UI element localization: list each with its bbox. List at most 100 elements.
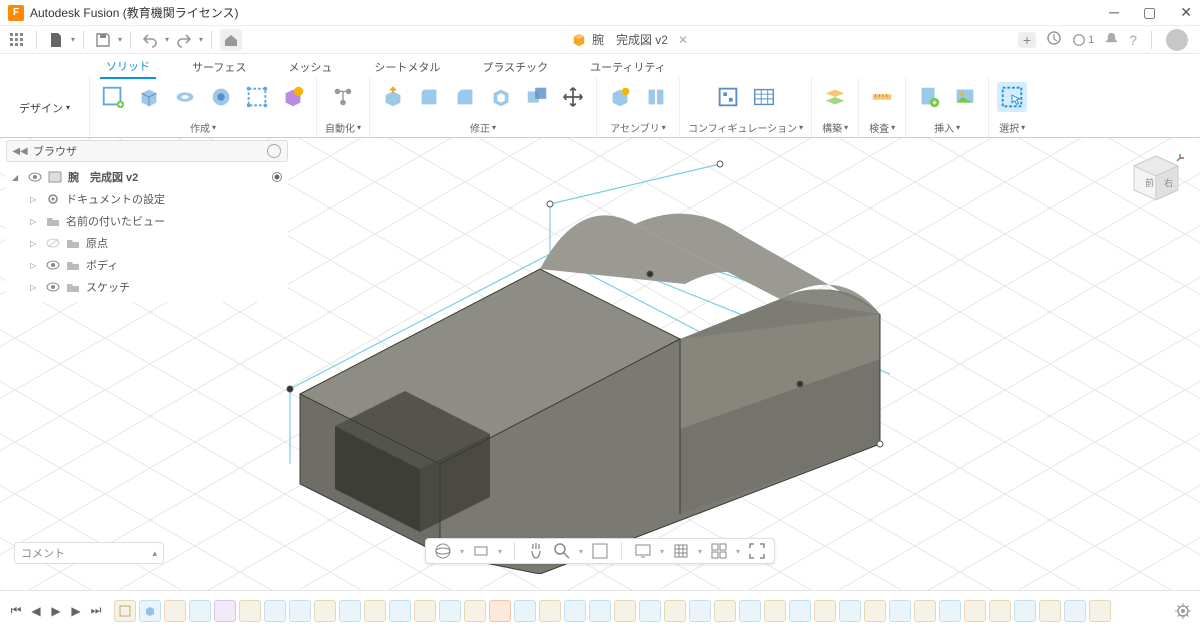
combine-icon[interactable] [522,82,552,112]
pan-icon[interactable] [527,542,545,560]
timeline-feature[interactable] [289,600,311,622]
tree-item[interactable]: ▷原点 [8,232,286,254]
joint-icon[interactable] [641,82,671,112]
viewport-icon[interactable] [710,542,728,560]
timeline-feature[interactable] [739,600,761,622]
lookAt-icon[interactable] [472,542,490,560]
close-icon[interactable]: ✕ [1180,4,1192,21]
timeline-sketch[interactable] [539,600,561,622]
new-tab-icon[interactable]: + [1018,32,1036,48]
timeline-sketch[interactable] [614,600,636,622]
timeline-start-icon[interactable]: ⏮ [8,603,24,619]
tab-sheetmetal[interactable]: シートメタル [368,55,446,78]
timeline-sketch[interactable] [989,600,1011,622]
tab-solid[interactable]: ソリッド [100,54,156,79]
timeline-sketch[interactable] [164,600,186,622]
timeline-sketch[interactable] [964,600,986,622]
view-cube[interactable]: 前 右 [1126,148,1186,208]
automate-icon[interactable] [328,82,358,112]
timeline-feature[interactable] [689,600,711,622]
workspace-switcher[interactable]: デザイン▾ [0,78,90,137]
file-new-icon[interactable] [45,29,67,51]
timeline-feature[interactable] [589,600,611,622]
timeline-feature[interactable] [789,600,811,622]
tab-close-icon[interactable]: ✕ [678,33,688,47]
tab-utility[interactable]: ユーティリティ [584,55,672,78]
timeline-feature[interactable] [264,600,286,622]
tree-item[interactable]: ▷名前の付いたビュー [8,210,286,232]
timeline-sketch[interactable] [664,600,686,622]
timeline-feature[interactable] [339,600,361,622]
timeline-sketch[interactable] [714,600,736,622]
timeline-sketch[interactable] [464,600,486,622]
timeline-sketch[interactable] [764,600,786,622]
visibility-off-icon[interactable] [46,238,60,248]
sweep-icon[interactable] [206,82,236,112]
timeline-feature[interactable] [939,600,961,622]
tree-item[interactable]: ▷ボディ [8,254,286,276]
job-status-icon[interactable]: 1 [1072,33,1094,47]
timeline-sketch[interactable] [114,600,136,622]
twisty-icon[interactable]: ◢ [12,173,22,182]
tab-mesh[interactable]: メッシュ [282,55,338,78]
gridsnap-icon[interactable] [672,542,690,560]
timeline-feature[interactable] [564,600,586,622]
help-icon[interactable]: ? [1129,32,1137,48]
timeline-sketch[interactable] [814,600,836,622]
shell-icon[interactable] [486,82,516,112]
timeline-back-icon[interactable]: ◀ [28,603,44,619]
timeline-feature[interactable] [889,600,911,622]
revolve-icon[interactable] [170,82,200,112]
timeline-feature[interactable] [214,600,236,622]
active-component-icon[interactable] [272,172,282,182]
fullscreen-icon[interactable] [748,542,766,560]
minimize-icon[interactable]: ─ [1109,4,1119,21]
timeline-feature[interactable] [139,600,161,622]
pin-icon[interactable] [267,144,281,158]
undo-icon[interactable] [139,29,161,51]
config-table-icon[interactable] [749,82,779,112]
notifications-icon[interactable] [1104,31,1119,49]
sketch-icon[interactable] [98,82,128,112]
insert-derive-icon[interactable] [914,82,944,112]
timeline-sketch[interactable] [314,600,336,622]
select-icon[interactable] [997,82,1027,112]
orbit-icon[interactable] [434,542,452,560]
timeline-feature[interactable] [439,600,461,622]
data-panel-icon[interactable] [1046,30,1062,49]
tree-item[interactable]: ▷ドキュメントの設定 [8,188,286,210]
timeline-sketch[interactable] [364,600,386,622]
timeline-settings-icon[interactable] [1174,602,1192,620]
timeline-fwd-icon[interactable]: ▶ [68,603,84,619]
save-icon[interactable] [92,29,114,51]
visibility-icon[interactable] [46,260,60,270]
timeline-feature[interactable] [1064,600,1086,622]
measure-icon[interactable] [867,82,897,112]
plane-icon[interactable] [820,82,850,112]
tree-item[interactable]: ▷スケッチ [8,276,286,298]
tree-root[interactable]: ◢ 腕 完成図 v2 [8,166,286,188]
timeline-sketch[interactable] [1039,600,1061,622]
timeline-sketch[interactable] [414,600,436,622]
document-tab[interactable]: 腕 完成図 v2 ✕ [246,31,1014,48]
timeline-play-icon[interactable]: ▶ [48,603,64,619]
timeline-feature[interactable] [389,600,411,622]
tab-plastic[interactable]: プラスチック [476,55,554,78]
collapse-icon[interactable]: ◀◀ [13,144,27,158]
grid-apps-icon[interactable] [6,29,28,51]
timeline-sketch[interactable] [914,600,936,622]
redo-icon[interactable] [173,29,195,51]
zoom-icon[interactable] [553,542,571,560]
timeline-sketch[interactable] [1089,600,1111,622]
tab-surface[interactable]: サーフェス [186,55,252,78]
fillet-icon[interactable] [414,82,444,112]
timeline-feature[interactable] [1014,600,1036,622]
timeline-sketch[interactable] [864,600,886,622]
timeline-feature[interactable] [489,600,511,622]
timeline-sketch[interactable] [239,600,261,622]
timeline-end-icon[interactable]: ⏭ [88,603,104,619]
move-icon[interactable] [558,82,588,112]
insert-decal-icon[interactable] [950,82,980,112]
home-icon[interactable] [220,29,242,51]
maximize-icon[interactable]: ▢ [1143,4,1156,21]
